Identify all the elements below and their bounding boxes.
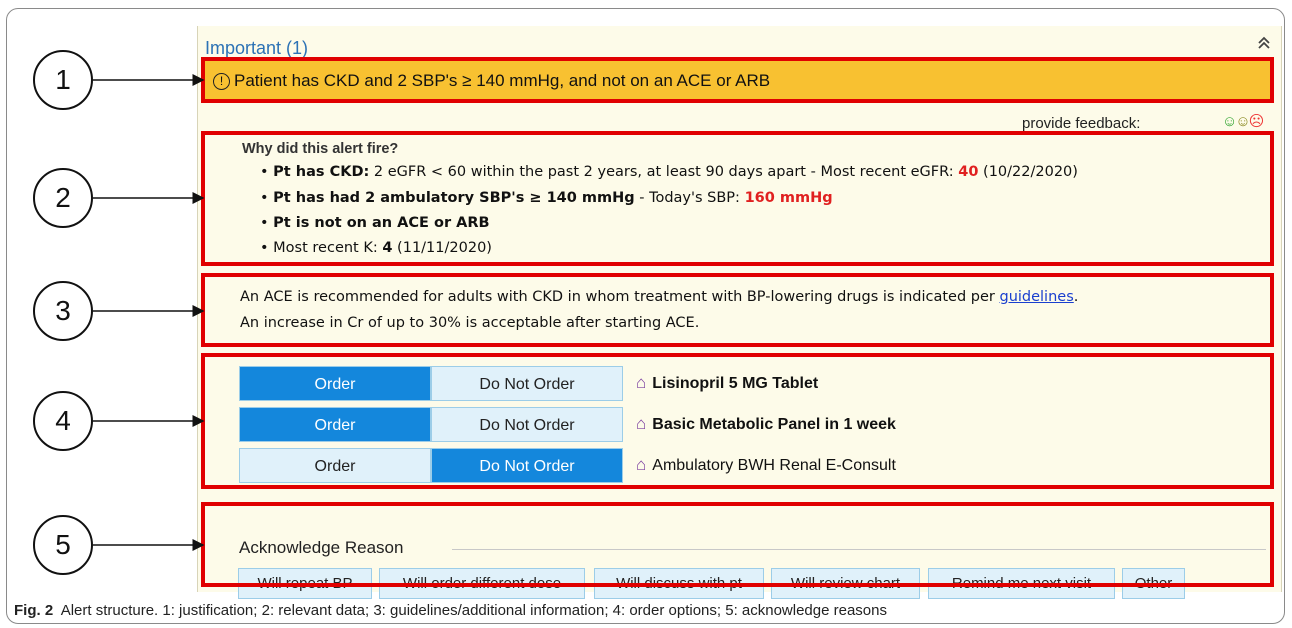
callout-3: 3 [33, 281, 93, 341]
figure-caption: Fig. 2 Alert structure. 1: justification… [14, 602, 887, 619]
callout-5: 5 [33, 515, 93, 575]
callout-2: 2 [33, 168, 93, 228]
callout-1: 1 [33, 50, 93, 110]
callout-4: 4 [33, 391, 93, 451]
callout-arrows [93, 74, 205, 551]
